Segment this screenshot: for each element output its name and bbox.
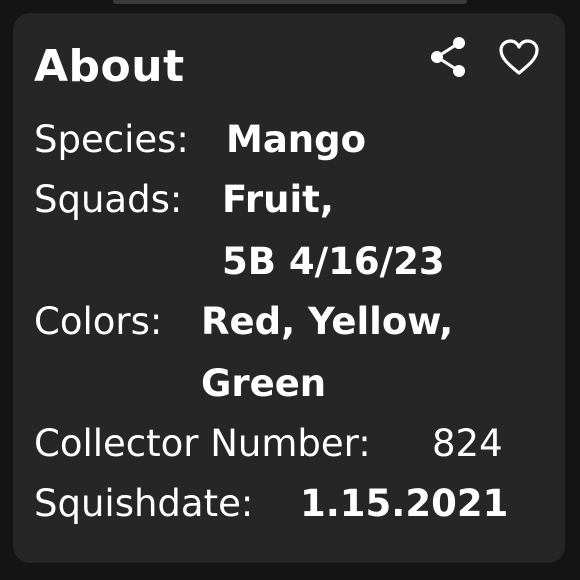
- species-label: Species:: [34, 118, 189, 161]
- card-title: About: [34, 41, 185, 92]
- collector-number-row: Collector Number: 824: [34, 419, 503, 469]
- colors-value-line1: Red, Yellow,: [201, 300, 454, 343]
- species-row: Species: Mango: [34, 115, 366, 165]
- squads-row-continued: 5B 4/16/23: [222, 237, 445, 287]
- about-card: About Species: Mango Squads: Fruit, 5B 4/1…: [13, 13, 565, 563]
- collector-number-label: Collector Number:: [34, 422, 371, 465]
- squads-value-line2: 5B 4/16/23: [222, 240, 445, 283]
- heart-outline-icon: [499, 39, 539, 75]
- squads-label: Squads:: [34, 178, 183, 221]
- share-button[interactable]: [426, 35, 470, 79]
- species-value: Mango: [226, 118, 367, 161]
- colors-value-line2: Green: [201, 362, 327, 405]
- colors-row: Colors: Red, Yellow,: [34, 297, 453, 347]
- colors-label: Colors:: [34, 300, 163, 343]
- collector-number-value: 824: [432, 422, 503, 465]
- favorite-button[interactable]: [497, 35, 541, 79]
- squishdate-row: Squishdate: 1.15.2021: [34, 479, 508, 529]
- share-icon: [431, 37, 465, 77]
- squishdate-value: 1.15.2021: [300, 482, 509, 525]
- top-divider: [113, 0, 467, 4]
- colors-row-continued: Green: [201, 359, 326, 409]
- squads-value-line1: Fruit,: [222, 178, 334, 221]
- squads-row: Squads: Fruit,: [34, 175, 334, 225]
- squishdate-label: Squishdate:: [34, 482, 254, 525]
